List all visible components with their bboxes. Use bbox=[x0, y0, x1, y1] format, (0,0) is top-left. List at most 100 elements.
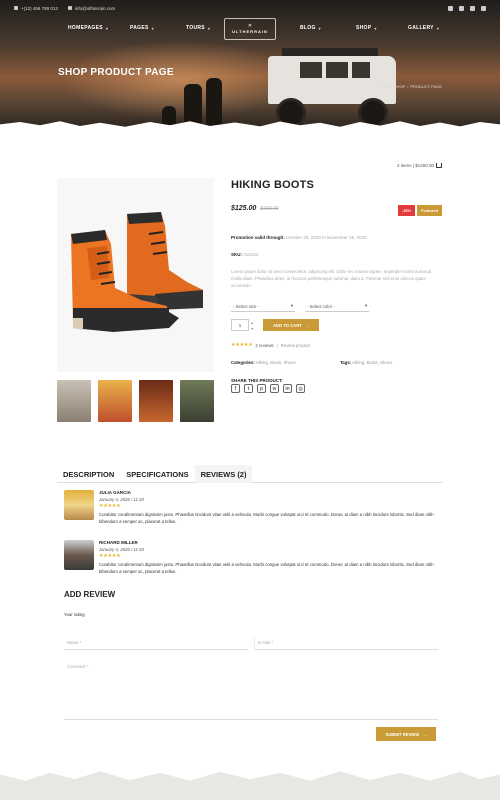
phone-text: +(12) 456 789 012 bbox=[21, 5, 58, 11]
breadcrumb-home[interactable]: HOME bbox=[377, 84, 389, 89]
review-date: January 4, 2026 / 11:30 bbox=[99, 497, 144, 502]
nav-item-pages[interactable]: PAGES ▾ bbox=[130, 25, 154, 31]
email-contact[interactable]: info@ultherrain.com bbox=[67, 6, 115, 11]
instagram-icon[interactable]: ◎ bbox=[296, 384, 305, 393]
chevron-down-icon: ▾ bbox=[436, 25, 440, 31]
breadcrumb: HOME / SHOP / PRODUCT PAGE bbox=[376, 84, 442, 89]
tab-description[interactable]: DESCRIPTION bbox=[57, 465, 120, 483]
nav-item-gallery[interactable]: GALLERY ▾ bbox=[408, 25, 439, 31]
color-select[interactable]: - Select color - ▾ bbox=[305, 301, 369, 312]
chevron-down-icon: ▾ bbox=[207, 25, 211, 31]
instagram-icon[interactable] bbox=[448, 5, 453, 11]
nav-item-shop[interactable]: SHOP ▾ bbox=[356, 25, 377, 31]
pinterest-icon[interactable]: p bbox=[257, 384, 266, 393]
phone-icon bbox=[14, 6, 18, 10]
tab-reviews[interactable]: REVIEWS (2) bbox=[194, 465, 253, 483]
nav-item-homepages[interactable]: HOMEPAGES ▾ bbox=[68, 25, 108, 31]
old-price: $160.00 bbox=[260, 206, 279, 212]
tab-specifications[interactable]: SPECIFICATIONS bbox=[120, 465, 194, 483]
product-rating: ★★★★★ 2 reviews | Review product bbox=[231, 342, 311, 348]
youtube-icon[interactable] bbox=[481, 5, 486, 11]
sku-value: 315133 bbox=[243, 252, 259, 257]
reviews-count-link[interactable]: 2 reviews bbox=[255, 343, 273, 348]
chevron-down-icon: ▾ bbox=[374, 25, 377, 31]
decrement-icon[interactable]: ▼ bbox=[251, 326, 254, 332]
purchase-row: 1 ▲ ▼ ADD TO CART → bbox=[231, 319, 319, 331]
top-bar: +(12) 456 789 012 info@ultherrain.com bbox=[0, 0, 500, 16]
reviewer-name: RICHARD MILLER bbox=[99, 540, 138, 545]
reviewer-name: JULIA GARCIA bbox=[99, 490, 131, 495]
footer-torn-edge bbox=[0, 771, 500, 800]
breadcrumb-current: PRODUCT PAGE bbox=[410, 84, 442, 89]
nav-item-blog[interactable]: BLOG ▾ bbox=[300, 25, 321, 31]
linkedin-icon[interactable]: in bbox=[283, 384, 292, 393]
phone-contact[interactable]: +(12) 456 789 012 bbox=[14, 6, 58, 11]
hiking-boots-image bbox=[71, 212, 203, 332]
chevron-down-icon: ▾ bbox=[318, 25, 321, 31]
promotion-info: Promotion valid through: October 30, 202… bbox=[231, 235, 367, 240]
arrow-right-icon: → bbox=[304, 322, 309, 328]
size-select[interactable]: - Select size - ▾ bbox=[231, 301, 295, 312]
quantity-value: 1 bbox=[238, 322, 242, 328]
twitter-icon[interactable] bbox=[459, 5, 464, 11]
promo-dates: October 30, 2028 to November 15, 2028 bbox=[286, 235, 367, 240]
current-price: $125.00 bbox=[231, 205, 257, 212]
chevron-down-icon: ▾ bbox=[105, 25, 109, 31]
facebook-icon[interactable]: f bbox=[231, 384, 240, 393]
share-icons: f t p w in ◎ bbox=[231, 384, 305, 393]
product-main-image[interactable] bbox=[57, 178, 214, 372]
review-date: January 4, 2026 / 11:30 bbox=[99, 547, 144, 552]
avatar bbox=[64, 490, 94, 520]
submit-review-button[interactable]: SUBMIT REVIEW → bbox=[376, 727, 436, 741]
thumbnail-2[interactable] bbox=[98, 380, 132, 422]
chevron-down-icon: ▾ bbox=[290, 303, 293, 308]
social-links bbox=[448, 5, 486, 11]
product-tabs: DESCRIPTION SPECIFICATIONS REVIEWS (2) bbox=[57, 465, 443, 483]
logo-text: ULTHERRAIN bbox=[232, 29, 268, 34]
variation-selects: - Select size - ▾ - Select color - ▾ bbox=[231, 301, 369, 312]
star-rating-icon: ★★★★★ bbox=[231, 342, 253, 348]
whatsapp-icon[interactable]: w bbox=[270, 384, 279, 393]
email-icon bbox=[67, 6, 72, 10]
review-product-link[interactable]: Review product bbox=[281, 343, 311, 348]
product-tags: Tags: Hiking, Boots, Shoes bbox=[340, 360, 393, 365]
arrow-right-icon: → bbox=[422, 731, 427, 737]
tags-links[interactable]: Hiking, Boots, Shoes bbox=[352, 360, 392, 365]
site-logo[interactable]: ✕ ULTHERRAIN bbox=[224, 18, 276, 40]
facebook-icon[interactable] bbox=[470, 5, 475, 11]
cart-summary: 2 items | $1250.00 bbox=[397, 163, 434, 168]
add-review-heading: ADD REVIEW bbox=[64, 590, 116, 599]
product-thumbnails bbox=[57, 380, 214, 422]
add-to-cart-button[interactable]: ADD TO CART → bbox=[263, 319, 319, 331]
page-title: SHOP PRODUCT PAGE bbox=[58, 67, 174, 78]
your-rating-label[interactable]: Your rating bbox=[64, 612, 85, 617]
star-rating-icon: ★★★★★ bbox=[99, 553, 121, 559]
star-rating-icon: ★★★★★ bbox=[99, 503, 121, 509]
name-field[interactable]: Name * bbox=[64, 636, 248, 650]
review-text: Curabitur condimentum dignissim justo. P… bbox=[99, 562, 434, 574]
avatar bbox=[64, 540, 94, 570]
sku-info: SKU: 315133 bbox=[231, 252, 258, 257]
chevron-down-icon: ▾ bbox=[151, 25, 154, 31]
breadcrumb-shop[interactable]: SHOP bbox=[394, 84, 405, 89]
nav-item-tours[interactable]: TOURS ▾ bbox=[186, 25, 210, 31]
review-text: Curabitur condimentum dignissim justo. P… bbox=[99, 512, 434, 524]
twitter-icon[interactable]: t bbox=[244, 384, 253, 393]
product-title: HIKING BOOTS bbox=[231, 179, 315, 191]
featured-badge: Featured bbox=[417, 205, 442, 216]
categories-links[interactable]: Hiking, Boots, Shoes bbox=[256, 360, 296, 365]
cart-icon bbox=[436, 163, 442, 168]
sale-badge: -15% bbox=[397, 205, 416, 216]
comment-field[interactable]: Comment * bbox=[64, 660, 438, 720]
hero-banner: +(12) 456 789 012 info@ultherrain.com HO… bbox=[0, 0, 500, 128]
share-label: SHARE THIS PRODUCT: bbox=[231, 378, 283, 383]
thumbnail-4[interactable] bbox=[180, 380, 214, 422]
mini-cart[interactable]: 2 items | $1250.00 bbox=[397, 163, 442, 168]
product-categories: Categories: Hiking, Boots, Shoes bbox=[231, 360, 296, 365]
promo-label: Promotion valid through: bbox=[231, 235, 285, 240]
quantity-stepper[interactable]: 1 ▲ ▼ bbox=[231, 319, 254, 331]
product-price: $125.00 $160.00 bbox=[231, 205, 278, 212]
email-field[interactable]: E-mail * bbox=[254, 636, 438, 650]
thumbnail-1[interactable] bbox=[57, 380, 91, 422]
thumbnail-3[interactable] bbox=[139, 380, 173, 422]
